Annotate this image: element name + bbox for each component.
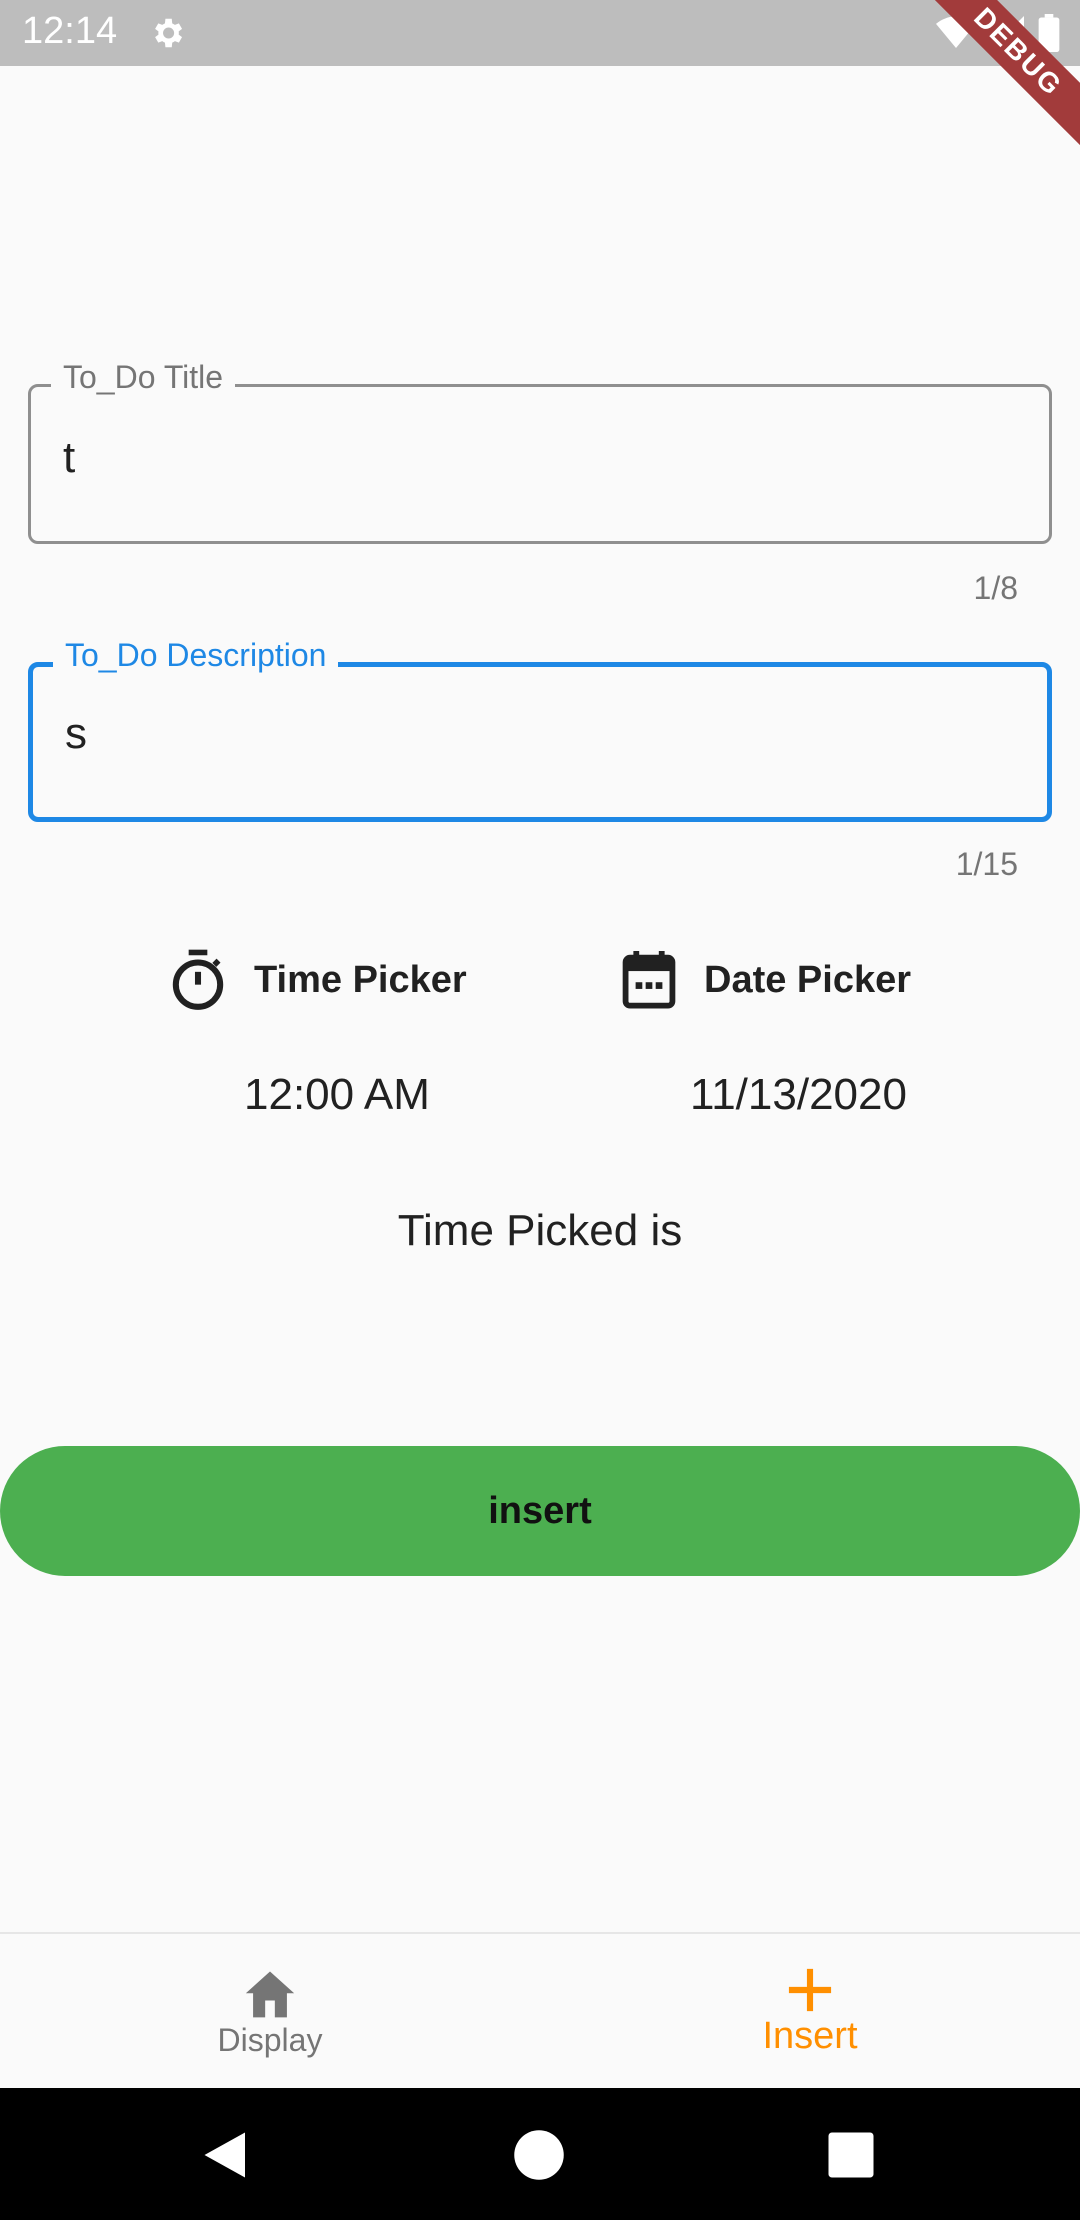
description-char-counter: 1/15 (955, 846, 1018, 882)
todo-title-label: To_Do Title (51, 359, 236, 396)
home-icon (245, 1970, 295, 2017)
nav-label-display: Display (217, 2021, 323, 2058)
timer-icon (172, 949, 224, 1010)
selected-date: 11/13/2020 (690, 1070, 907, 1119)
home-circle-icon[interactable] (512, 2128, 566, 2182)
todo-title-field[interactable]: To_Do Title (28, 359, 1052, 544)
insert-button[interactable]: insert (0, 1446, 1080, 1576)
calendar-icon (622, 951, 676, 1009)
time-picked-text: Time Picked is (397, 1206, 683, 1255)
todo-title-input[interactable] (63, 433, 963, 483)
nav-item-display[interactable]: Display (0, 1934, 540, 2090)
time-picker-button[interactable]: Time Picker (170, 946, 467, 1014)
plus-icon (788, 1968, 832, 2011)
settings-gear-icon (155, 18, 183, 48)
date-picker-button[interactable]: Date Picker (622, 946, 911, 1014)
back-icon[interactable] (200, 2128, 254, 2182)
bottom-navigation-bar: Display Insert (0, 1932, 1080, 2090)
selected-time: 12:00 AM (244, 1070, 430, 1119)
todo-description-field[interactable]: To_Do Description (28, 637, 1052, 822)
system-navigation-bar (0, 2088, 1080, 2220)
nav-item-insert[interactable]: Insert (540, 1934, 1080, 2090)
todo-description-label: To_Do Description (53, 637, 339, 674)
nav-label-insert: Insert (762, 2014, 858, 2057)
status-time: 12:14 (22, 10, 118, 52)
time-picker-label: Time Picker (254, 958, 467, 1001)
date-picker-label: Date Picker (704, 958, 912, 1001)
status-bar: 12:14 (0, 0, 1080, 66)
todo-description-input[interactable] (65, 709, 965, 759)
title-char-counter: 1/8 (973, 570, 1018, 606)
recents-icon[interactable] (824, 2128, 878, 2182)
